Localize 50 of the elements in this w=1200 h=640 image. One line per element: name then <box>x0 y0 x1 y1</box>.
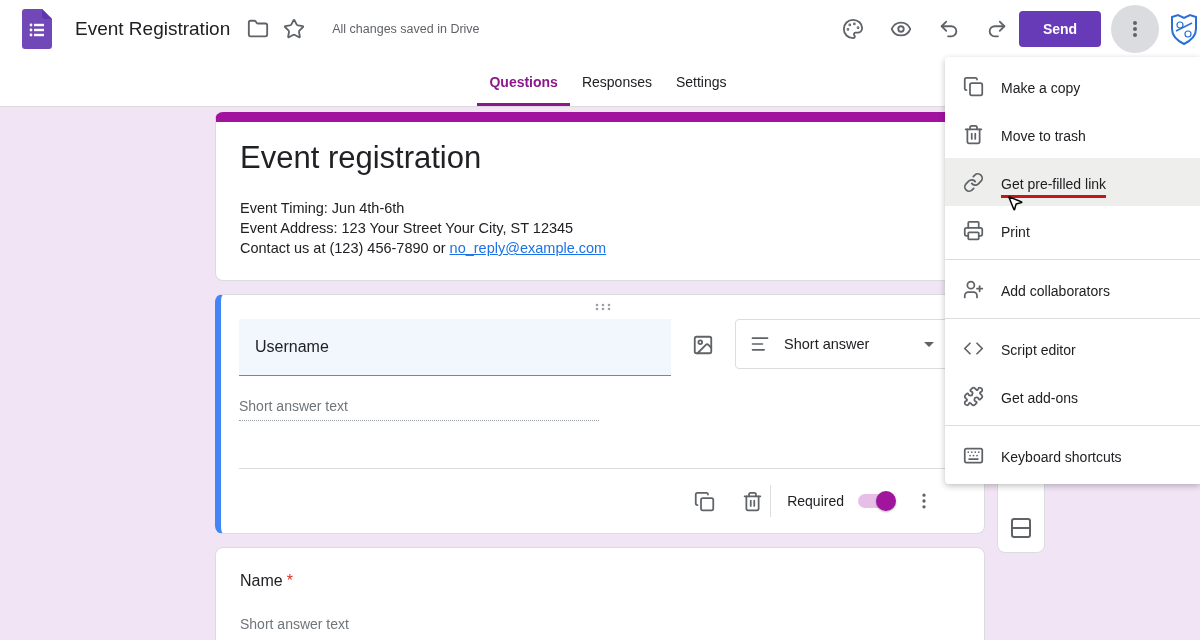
tab[interactable]: Settings <box>663 58 739 106</box>
question-title-field[interactable]: Username <box>239 319 671 376</box>
menu-item-label: Script editor <box>1001 340 1076 360</box>
description-line: Contact us at (123) 456-7890 or <box>240 239 447 258</box>
menu-item[interactable]: Get pre-filled link <box>945 158 1200 206</box>
description-line: Event Timing: Jun 4th-6th <box>240 199 406 218</box>
save-status: All changes saved in Drive <box>332 22 480 36</box>
image-icon[interactable] <box>691 333 715 357</box>
trash-icon <box>962 123 984 145</box>
menu-item[interactable]: Get add-ons <box>945 372 1200 420</box>
more-icon <box>1133 21 1137 37</box>
section-icon[interactable] <box>1009 516 1033 540</box>
answer-field: Short answer text <box>239 398 599 421</box>
person-plus-icon <box>962 278 984 300</box>
required-asterisk: * <box>286 572 293 590</box>
menu-item-label: Make a copy <box>1001 78 1081 98</box>
menu-item[interactable]: Move to trash <box>945 110 1200 158</box>
menu-item-label: Get pre-filled link <box>1001 172 1107 198</box>
tab[interactable]: Questions <box>477 58 570 106</box>
description-line: Event Address: 123 Your Street Your City, ST 12345 <box>240 219 575 238</box>
required-toggle[interactable] <box>858 494 894 508</box>
forms-logo-icon[interactable] <box>22 9 52 49</box>
menu-item-label: Get add-ons <box>1001 388 1079 408</box>
tab[interactable]: Responses <box>569 58 664 106</box>
email-link[interactable]: no_reply@example.com <box>449 238 607 258</box>
answer-field: Short answer text <box>240 616 600 638</box>
short-text-icon <box>750 334 770 354</box>
question-title: Name <box>240 572 283 590</box>
menu-item[interactable]: Make a copy <box>945 62 1200 110</box>
menu-item[interactable]: Add collaborators <box>945 265 1200 313</box>
shield-logo-icon[interactable] <box>1170 13 1198 45</box>
printer-icon <box>962 219 984 241</box>
document-title[interactable]: Event Registration <box>75 18 231 40</box>
menu-item[interactable]: Print <box>945 206 1200 254</box>
palette-icon[interactable] <box>841 17 865 41</box>
send-button[interactable]: Send <box>1019 11 1101 47</box>
menu-item[interactable]: Script editor <box>945 324 1200 372</box>
copy-icon[interactable] <box>692 489 717 513</box>
star-icon[interactable] <box>282 17 307 41</box>
mouse-pointer-icon <box>1006 194 1024 212</box>
puzzle-icon <box>962 385 984 407</box>
menu-item-label: Print <box>1001 222 1030 242</box>
menu-item[interactable]: Keyboard shortcuts <box>945 431 1200 479</box>
required-label: Required <box>787 493 844 509</box>
menu-item-label: Keyboard shortcuts <box>1001 447 1122 467</box>
link-icon <box>962 171 984 193</box>
menu-item-label: Add collaborators <box>1001 281 1110 301</box>
drag-handle-icon[interactable] <box>594 303 611 311</box>
copy-icon <box>962 75 984 97</box>
menu-item-label: Move to trash <box>1001 126 1086 146</box>
